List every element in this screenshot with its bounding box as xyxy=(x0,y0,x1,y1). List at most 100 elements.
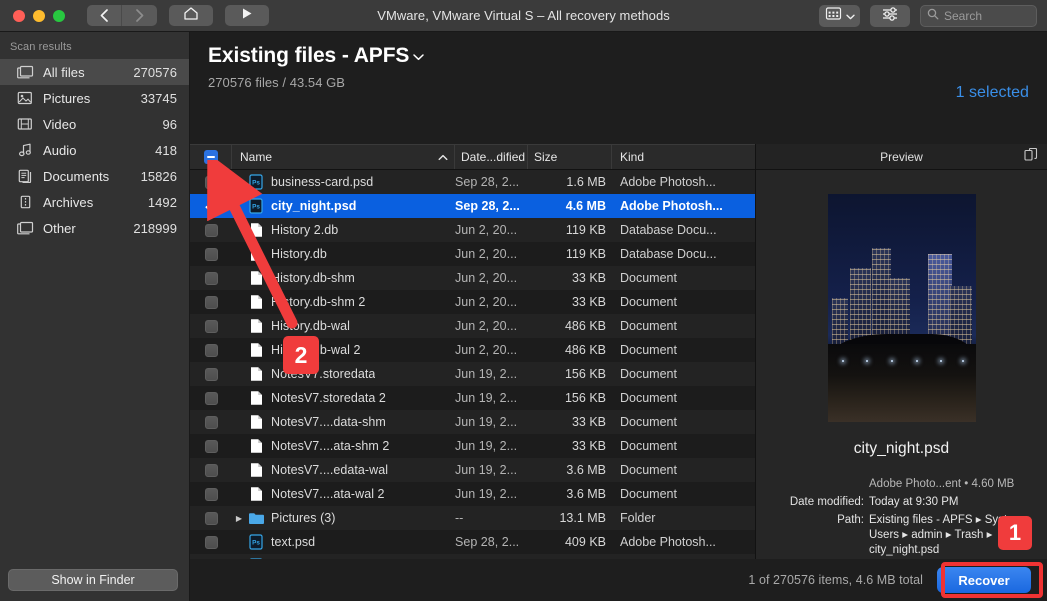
sidebar-item-other[interactable]: Other218999 xyxy=(0,215,189,241)
file-size-cell: 156 KB xyxy=(528,367,612,381)
search-icon xyxy=(927,7,939,25)
column-header-date[interactable]: Date...dified xyxy=(455,145,528,169)
sidebar-item-all-files[interactable]: All files270576 xyxy=(0,59,189,85)
svg-text:Ps: Ps xyxy=(252,540,260,547)
row-checkbox-cell[interactable] xyxy=(190,176,232,189)
file-size-cell: 3.6 MB xyxy=(528,487,612,501)
page-title[interactable]: Existing files - APFS xyxy=(208,44,1047,68)
status-text: 1 of 270576 items, 4.6 MB total xyxy=(748,573,923,587)
annotation-badge-2: 2 xyxy=(283,336,319,374)
row-checkbox-cell[interactable] xyxy=(190,464,232,477)
maximize-window-button[interactable] xyxy=(53,10,65,22)
row-checkbox-cell[interactable] xyxy=(190,368,232,381)
row-checkbox[interactable] xyxy=(205,488,218,501)
row-checkbox-cell[interactable] xyxy=(190,488,232,501)
title-bar: VMware, VMware Virtual S – All recovery … xyxy=(0,0,1047,32)
expand-preview-icon[interactable] xyxy=(1024,148,1038,165)
sidebar: Scan results All files270576Pictures3374… xyxy=(0,32,190,601)
file-name-cell: History.db-wal xyxy=(232,318,455,334)
column-header-name-label: Name xyxy=(240,150,272,164)
row-checkbox-cell[interactable] xyxy=(190,272,232,285)
sidebar-item-audio[interactable]: Audio418 xyxy=(0,137,189,163)
content-header: Existing files - APFS 270576 files / 43.… xyxy=(190,32,1047,103)
row-checkbox-cell[interactable] xyxy=(190,200,232,213)
file-size-cell: 4.6 MB xyxy=(528,199,612,213)
psd-file-icon: Ps xyxy=(246,174,266,190)
sidebar-item-count: 218999 xyxy=(133,221,177,236)
file-size-cell: 33 KB xyxy=(528,439,612,453)
column-header-name[interactable]: Name xyxy=(232,145,455,169)
row-checkbox-cell[interactable] xyxy=(190,320,232,333)
row-checkbox[interactable] xyxy=(205,368,218,381)
row-checkbox-cell[interactable] xyxy=(190,248,232,261)
row-checkbox-cell[interactable] xyxy=(190,344,232,357)
disclosure-triangle-icon[interactable]: ▶ xyxy=(232,514,246,523)
row-checkbox[interactable] xyxy=(205,536,218,549)
minimize-window-button[interactable] xyxy=(33,10,45,22)
file-date-cell: Jun 19, 2... xyxy=(455,487,528,501)
file-name-label: History.db-wal xyxy=(271,319,350,333)
select-all-checkbox[interactable] xyxy=(204,150,218,164)
sidebar-item-count: 15826 xyxy=(141,169,177,184)
file-name-cell: NotesV7....ata-wal 2 xyxy=(232,486,455,502)
forward-button[interactable] xyxy=(122,5,157,26)
file-name-label: NotesV7.storedata 2 xyxy=(271,391,386,405)
sidebar-item-archives[interactable]: Archives1492 xyxy=(0,189,189,215)
file-date-cell: -- xyxy=(455,511,528,525)
view-mode-button[interactable] xyxy=(819,5,860,27)
sidebar-item-pictures[interactable]: Pictures33745 xyxy=(0,85,189,111)
sidebar-item-video[interactable]: Video96 xyxy=(0,111,189,137)
row-checkbox-cell[interactable] xyxy=(190,416,232,429)
row-checkbox-cell[interactable] xyxy=(190,512,232,525)
search-input[interactable]: Search xyxy=(920,5,1037,27)
row-checkbox[interactable] xyxy=(205,296,218,309)
back-button[interactable] xyxy=(87,5,122,26)
row-checkbox[interactable] xyxy=(205,224,218,237)
selected-count-label[interactable]: 1 selected xyxy=(956,84,1029,102)
row-checkbox-cell[interactable] xyxy=(190,536,232,549)
row-checkbox[interactable] xyxy=(205,272,218,285)
row-checkbox[interactable] xyxy=(205,320,218,333)
file-size-cell: 486 KB xyxy=(528,319,612,333)
file-size-cell: 119 KB xyxy=(528,223,612,237)
file-name-cell: NotesV7....ata-shm 2 xyxy=(232,438,455,454)
row-checkbox-cell[interactable] xyxy=(190,224,232,237)
file-date-cell: Jun 19, 2... xyxy=(455,391,528,405)
select-all-checkbox-cell[interactable] xyxy=(190,145,232,169)
metadata-row-date-modified: Date modified: Today at 9:30 PM xyxy=(766,495,1033,510)
filter-button[interactable] xyxy=(870,5,910,27)
row-checkbox[interactable] xyxy=(205,344,218,357)
row-checkbox[interactable] xyxy=(205,464,218,477)
row-checkbox[interactable] xyxy=(205,416,218,429)
close-window-button[interactable] xyxy=(13,10,25,22)
home-button[interactable] xyxy=(169,5,213,26)
recover-button[interactable]: Recover xyxy=(937,567,1031,593)
file-name-label: business-card.psd xyxy=(271,175,373,189)
generic-file-icon xyxy=(246,270,266,286)
file-size-cell: 486 KB xyxy=(528,343,612,357)
sidebar-item-label: All files xyxy=(43,65,133,80)
row-checkbox-cell[interactable] xyxy=(190,296,232,309)
file-size-cell: 33 KB xyxy=(528,271,612,285)
play-scan-button[interactable] xyxy=(225,5,269,26)
row-checkbox-cell[interactable] xyxy=(190,392,232,405)
show-in-finder-button[interactable]: Show in Finder xyxy=(8,569,178,591)
column-header-size[interactable]: Size xyxy=(528,145,612,169)
preview-header: Preview xyxy=(756,144,1047,170)
row-checkbox[interactable] xyxy=(205,248,218,261)
sort-ascending-icon xyxy=(438,150,448,164)
file-name-cell: History.db-wal 2 xyxy=(232,342,455,358)
file-size-cell: 119 KB xyxy=(528,247,612,261)
sidebar-item-documents[interactable]: Documents15826 xyxy=(0,163,189,189)
preview-header-label: Preview xyxy=(880,150,923,164)
file-name-label: Pictures (3) xyxy=(271,511,336,525)
annotation-badge-1: 1 xyxy=(998,516,1032,550)
row-checkbox[interactable] xyxy=(205,200,218,213)
row-checkbox[interactable] xyxy=(205,392,218,405)
row-checkbox[interactable] xyxy=(205,512,218,525)
row-checkbox[interactable] xyxy=(205,440,218,453)
row-checkbox[interactable] xyxy=(205,176,218,189)
metadata-key-empty xyxy=(766,477,869,492)
chevron-down-icon[interactable] xyxy=(412,44,425,68)
row-checkbox-cell[interactable] xyxy=(190,440,232,453)
